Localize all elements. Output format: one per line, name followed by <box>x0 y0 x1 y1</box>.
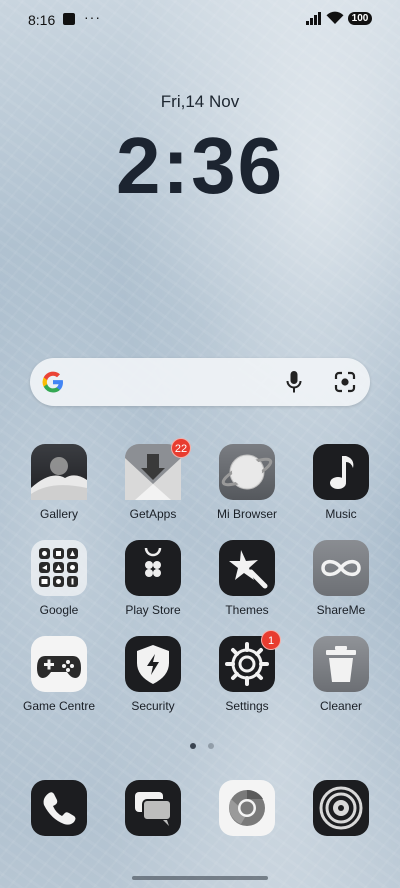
app-label: Security <box>131 699 175 713</box>
getapps-icon: 22 <box>125 438 191 500</box>
messages-icon <box>125 780 181 836</box>
settings-icon: 1 <box>219 630 281 692</box>
app-label: Google <box>39 603 79 617</box>
app-shareme[interactable]: ShareMe <box>294 540 388 617</box>
mic-icon[interactable] <box>286 370 302 394</box>
app-label: Music <box>325 507 357 521</box>
status-bar: 8:16 ··· 100 <box>0 0 400 38</box>
app-label: Gallery <box>39 507 78 521</box>
app-play-store[interactable]: Play Store <box>106 540 200 617</box>
app-cleaner[interactable]: Cleaner <box>294 636 388 713</box>
play-store-icon <box>125 540 181 596</box>
page-dot-active <box>190 743 196 749</box>
google-g-icon <box>42 371 63 393</box>
dock-messages[interactable] <box>106 780 200 836</box>
app-google-folder[interactable]: Google <box>12 540 106 617</box>
app-label: Themes <box>225 603 269 617</box>
app-label: ShareMe <box>316 603 366 617</box>
app-gallery[interactable]: Gallery <box>12 444 106 521</box>
page-indicator[interactable] <box>186 736 218 754</box>
app-game-centre[interactable]: Game Centre <box>12 636 106 713</box>
app-label: Play Store <box>125 603 181 617</box>
security-icon <box>125 636 181 692</box>
dock-camera[interactable] <box>294 780 388 836</box>
page-dot <box>208 743 215 749</box>
google-folder-icon <box>31 540 87 596</box>
notification-icon <box>63 13 75 25</box>
clock-text: 2:36 <box>115 121 285 210</box>
home-indicator[interactable] <box>132 876 268 880</box>
gallery-icon <box>31 444 87 500</box>
app-security[interactable]: Security <box>106 636 200 713</box>
more-notifications-icon: ··· <box>84 9 101 25</box>
app-settings[interactable]: 1 Settings <box>200 630 294 713</box>
app-label: Cleaner <box>319 699 363 713</box>
app-label: Mi Browser <box>216 507 277 521</box>
app-label: Game Centre <box>22 699 96 713</box>
camera-icon <box>313 780 369 836</box>
google-lens-icon[interactable] <box>333 370 357 394</box>
game-centre-icon <box>31 636 87 692</box>
date-text: Fri,14 Nov <box>160 92 240 111</box>
google-search-bar[interactable] <box>30 358 370 406</box>
cleaner-icon <box>313 636 369 692</box>
app-label: GetApps <box>129 507 177 521</box>
music-icon <box>313 444 369 500</box>
dock-phone[interactable] <box>12 780 106 836</box>
status-time: 8:16 <box>28 12 56 28</box>
app-themes[interactable]: Themes <box>200 540 294 617</box>
app-getapps[interactable]: 22 GetApps <box>106 438 200 521</box>
signal-icon <box>306 12 321 25</box>
notification-badge: 1 <box>261 630 281 650</box>
app-mi-browser[interactable]: Mi Browser <box>200 444 294 521</box>
mi-browser-icon <box>219 444 275 500</box>
themes-icon <box>219 540 275 596</box>
app-label: Settings <box>225 699 269 713</box>
dock-chrome[interactable] <box>200 780 294 836</box>
app-music[interactable]: Music <box>294 444 388 521</box>
notification-badge: 22 <box>171 438 191 458</box>
wifi-icon <box>326 11 344 24</box>
chrome-icon <box>219 780 275 836</box>
shareme-icon <box>313 540 369 596</box>
battery-icon: 100 <box>348 12 372 25</box>
phone-icon <box>31 780 87 836</box>
